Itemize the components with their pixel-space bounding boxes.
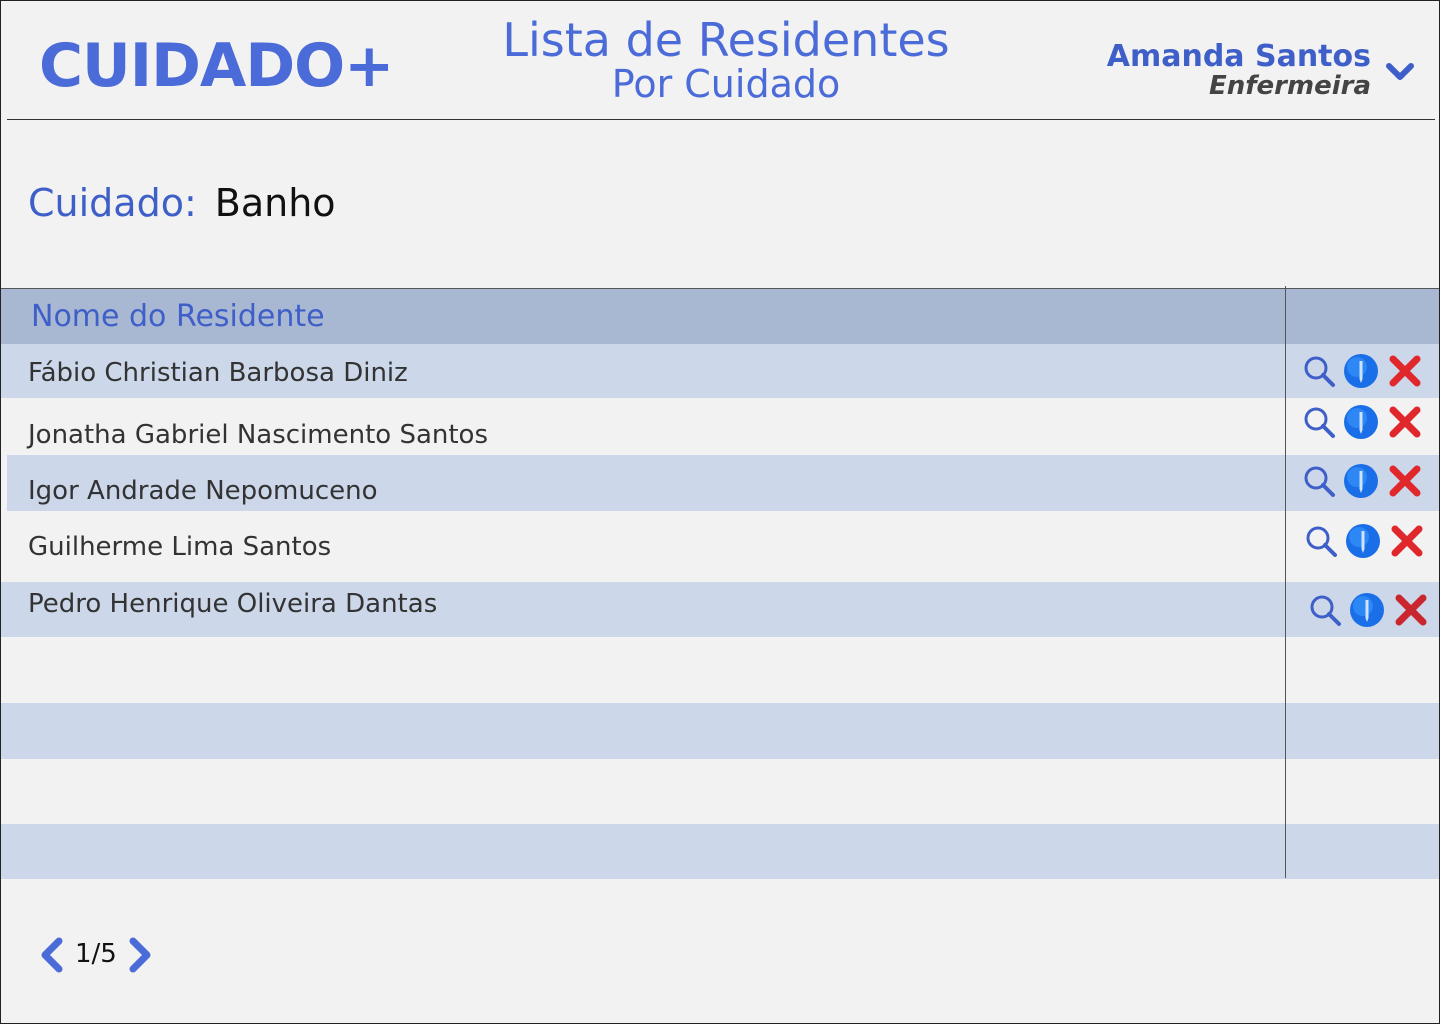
table-row[interactable]: Jonatha Gabriel Nascimento Santos <box>1 398 1439 455</box>
delete-icon[interactable] <box>1393 592 1429 628</box>
table-header: Nome do Residente <box>1 288 1439 345</box>
app-logo[interactable]: CUIDADO+ <box>39 31 394 101</box>
app-frame: CUIDADO+ Lista de Residentes Por Cuidado… <box>0 0 1440 1024</box>
user-role: Enfermeira <box>1208 70 1371 101</box>
edit-icon[interactable] <box>1345 523 1381 559</box>
edit-icon[interactable] <box>1343 353 1379 389</box>
row-actions <box>1307 592 1437 632</box>
row-actions <box>1301 353 1431 393</box>
page-indicator: 1/5 <box>75 939 117 969</box>
delete-icon[interactable] <box>1389 523 1425 559</box>
page-title-block: Lista de Residentes Por Cuidado <box>401 17 1051 103</box>
column-header-name: Nome do Residente <box>31 299 325 334</box>
edit-icon[interactable] <box>1349 592 1385 628</box>
pagination: 1/5 <box>37 935 167 975</box>
residents-table: Nome do Residente <box>1 288 1439 345</box>
table-row-empty <box>1 637 1439 703</box>
delete-icon[interactable] <box>1387 404 1423 440</box>
table-row[interactable]: Igor Andrade Nepomuceno <box>7 455 1439 511</box>
row-actions <box>1301 404 1431 444</box>
chevron-down-icon[interactable] <box>1385 59 1415 85</box>
user-name: Amanda Santos <box>1106 39 1371 74</box>
edit-icon[interactable] <box>1343 463 1379 499</box>
row-actions <box>1303 523 1433 563</box>
chevron-right-icon[interactable] <box>127 937 155 973</box>
resident-name: Guilherme Lima Santos <box>28 532 332 562</box>
search-icon[interactable] <box>1301 404 1337 440</box>
table-row[interactable]: Pedro Henrique Oliveira Dantas <box>1 582 1439 637</box>
page-subtitle: Por Cuidado <box>611 62 841 106</box>
edit-icon[interactable] <box>1343 404 1379 440</box>
care-value: Banho <box>214 181 336 225</box>
delete-icon[interactable] <box>1387 463 1423 499</box>
table-row[interactable]: Guilherme Lima Santos <box>1 511 1439 582</box>
search-icon[interactable] <box>1303 523 1339 559</box>
table-row[interactable]: Fábio Christian Barbosa Diniz <box>1 344 1439 398</box>
table-row-empty <box>1 703 1439 759</box>
resident-name: Igor Andrade Nepomuceno <box>28 476 378 506</box>
table-row-empty <box>1 759 1439 824</box>
resident-name: Fábio Christian Barbosa Diniz <box>28 358 408 388</box>
header-divider <box>7 119 1435 120</box>
search-icon[interactable] <box>1307 592 1343 628</box>
column-divider <box>1285 286 1286 878</box>
delete-icon[interactable] <box>1387 353 1423 389</box>
page-title: Lista de Residentes <box>502 13 950 67</box>
chevron-left-icon[interactable] <box>37 937 65 973</box>
care-label: Cuidado: <box>28 181 197 225</box>
resident-name: Pedro Henrique Oliveira Dantas <box>28 589 438 619</box>
table-row-empty <box>1 824 1439 879</box>
search-icon[interactable] <box>1301 353 1337 389</box>
care-filter: Cuidado: Banho <box>28 181 336 225</box>
resident-name: Jonatha Gabriel Nascimento Santos <box>28 420 489 450</box>
row-actions <box>1301 463 1431 503</box>
user-menu[interactable]: Amanda Santos Enfermeira <box>1107 41 1371 100</box>
search-icon[interactable] <box>1301 463 1337 499</box>
